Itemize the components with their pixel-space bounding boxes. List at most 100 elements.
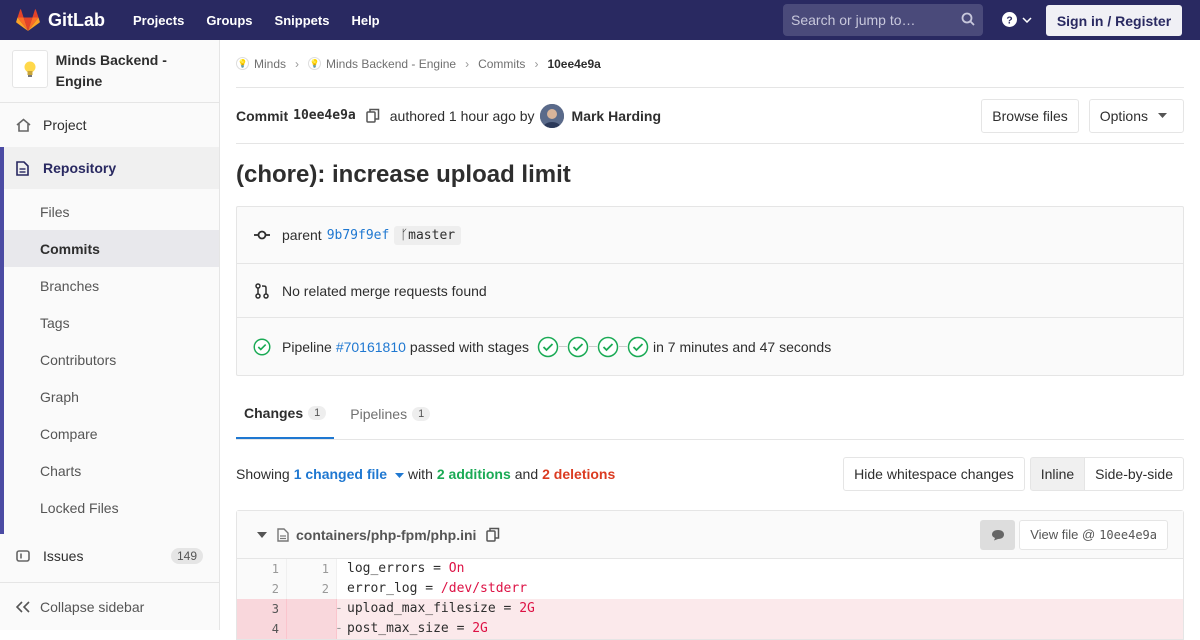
pipeline-label: Pipeline: [282, 338, 332, 355]
sidebar-subitem-charts[interactable]: Charts: [4, 452, 219, 489]
pipeline-duration: in 7 minutes and 47 seconds: [652, 338, 832, 355]
gitlab-logo[interactable]: GitLab: [16, 9, 105, 31]
nav-groups[interactable]: Groups: [206, 13, 252, 28]
author-name[interactable]: Mark Harding: [572, 108, 661, 124]
copy-icon[interactable]: [366, 108, 380, 123]
stage-success-icon[interactable]: [597, 336, 619, 358]
collapse-label: Collapse sidebar: [40, 598, 145, 615]
inline-view-button[interactable]: Inline: [1029, 457, 1086, 491]
sidebar-item-issues[interactable]: Issues 149: [0, 534, 219, 578]
sidebar-item-label: Project: [43, 117, 87, 133]
authored-text: authored 1 hour ago by: [389, 107, 535, 124]
sidebar-subitem-contributors[interactable]: Contributors: [4, 341, 219, 378]
sidebar-subitem-tags[interactable]: Tags: [4, 304, 219, 341]
diff-prefix: [335, 579, 347, 599]
stage-success-icon[interactable]: [627, 336, 649, 358]
file-path[interactable]: containers/php-fpm/php.ini: [296, 527, 476, 543]
sidebar-project-header[interactable]: Minds Backend - Engine: [0, 40, 219, 103]
commit-label: Commit: [236, 107, 289, 124]
view-file-button[interactable]: View file @ 10ee4e9a: [1019, 519, 1168, 550]
diff-line-context: 22 error_log = /dev/stderr: [237, 579, 1183, 599]
nav-projects[interactable]: Projects: [133, 13, 184, 28]
tab-label: Changes: [244, 405, 304, 421]
chevron-right-icon: ›: [534, 56, 539, 71]
stage-success-icon[interactable]: [567, 336, 589, 358]
stage-connector: [558, 346, 567, 347]
project-name: Minds Backend - Engine: [55, 52, 167, 89]
sidebar-subitem-files[interactable]: Files: [4, 193, 219, 230]
sign-in-button[interactable]: Sign in / Register: [1046, 5, 1182, 36]
code-key: upload_max_filesize =: [347, 601, 520, 616]
side-by-side-view-button[interactable]: Side-by-side: [1085, 457, 1184, 491]
code-line: error_log = /dev/stderr: [337, 579, 1183, 599]
diff-lines: 11 log_errors = On 2 2 error_log = /dev/st…: [237, 559, 1183, 639]
status-success-icon[interactable]: [253, 336, 271, 358]
search-input[interactable]: Search or jump to…: [783, 4, 983, 36]
sidebar-item-repository[interactable]: Repository: [4, 147, 219, 189]
nav-help[interactable]: Help: [351, 13, 379, 28]
commit-icon: [253, 230, 271, 240]
browse-files-button[interactable]: Browse files: [981, 98, 1079, 133]
code-key: log_errors =: [347, 561, 449, 576]
diff-prefix: -: [335, 601, 343, 616]
copy-icon[interactable]: [486, 527, 500, 542]
stage-success-icon[interactable]: [537, 336, 559, 358]
toggle-comments-button[interactable]: [980, 519, 1016, 550]
sidebar: Minds Backend - Engine Project Repositor…: [0, 40, 220, 630]
svg-text:?: ?: [1006, 15, 1012, 26]
top-nav-links: Projects Groups Snippets Help: [133, 13, 402, 28]
sidebar-subitem-graph[interactable]: Graph: [4, 378, 219, 415]
options-dropdown[interactable]: Options: [1088, 98, 1184, 133]
breadcrumb: 💡 Minds › 💡 Minds Backend - Engine › Com…: [236, 40, 1184, 88]
tab-count-badge: 1: [412, 407, 431, 421]
sidebar-subitem-locked-files[interactable]: Locked Files: [4, 489, 219, 526]
project-avatar: [12, 50, 48, 88]
brand-name: GitLab: [48, 9, 105, 30]
breadcrumb-minds[interactable]: Minds: [254, 57, 286, 71]
sidebar-subitem-compare[interactable]: Compare: [4, 415, 219, 452]
old-line-number[interactable]: 4: [237, 619, 287, 639]
new-line-number[interactable]: [287, 619, 337, 639]
stage-connector: [618, 346, 627, 347]
old-line-number[interactable]: 1: [237, 559, 287, 579]
old-line-number[interactable]: 3: [237, 599, 287, 619]
help-dropdown[interactable]: ?: [1002, 12, 1032, 27]
branch-icon: ᚴ: [400, 227, 409, 243]
caret-down-icon: [1158, 113, 1167, 118]
breadcrumb-current[interactable]: 10ee4e9a: [547, 57, 600, 71]
breadcrumb-commits[interactable]: Commits: [478, 57, 525, 71]
nav-snippets[interactable]: Snippets: [275, 13, 330, 28]
tab-changes[interactable]: Changes 1: [236, 389, 335, 439]
old-line-number[interactable]: 2: [237, 579, 287, 599]
sidebar-subitem-branches[interactable]: Branches: [4, 267, 219, 304]
and-text: and: [514, 466, 539, 482]
avatar[interactable]: [539, 103, 564, 128]
code-value: On: [448, 561, 465, 576]
diff-summary-bar: Showing 1 changed file with 2 additions …: [236, 440, 1184, 508]
chevron-down-icon: [1022, 16, 1032, 23]
new-line-number[interactable]: 1: [287, 559, 337, 579]
new-line-number[interactable]: 2: [287, 579, 337, 599]
view-file-sha: 10ee4e9a: [1099, 527, 1157, 542]
sidebar-item-label: Issues: [43, 548, 84, 564]
merge-requests-row: No related merge requests found: [237, 264, 1183, 318]
parent-row: parent 9b79f9ef ᚴmaster: [237, 207, 1183, 264]
parent-sha-link[interactable]: 9b79f9ef: [327, 228, 390, 243]
commit-tabs: Changes 1 Pipelines 1: [236, 376, 1184, 440]
issues-icon: [16, 549, 32, 563]
document-icon: [16, 160, 32, 176]
pipeline-link[interactable]: #70161810: [336, 339, 406, 355]
new-line-number[interactable]: [287, 599, 337, 619]
branch-label[interactable]: ᚴmaster: [394, 225, 462, 245]
changed-files-dropdown[interactable]: 1 changed file: [294, 466, 404, 482]
sidebar-subitem-commits[interactable]: Commits: [4, 230, 219, 267]
breadcrumb-project[interactable]: Minds Backend - Engine: [326, 57, 456, 71]
diff-file: containers/php-fpm/php.ini View file @ 1…: [236, 510, 1184, 640]
tab-pipelines[interactable]: Pipelines 1: [342, 389, 438, 439]
collapse-toggle-icon[interactable]: [257, 531, 267, 538]
hide-whitespace-button[interactable]: Hide whitespace changes: [843, 457, 1025, 491]
pipeline-row: Pipeline #70161810 passed with stages in…: [237, 318, 1183, 375]
diff-line-deleted: 4 - post_max_size = 2G: [237, 619, 1183, 639]
sidebar-item-project[interactable]: Project: [0, 103, 219, 147]
collapse-sidebar-button[interactable]: Collapse sidebar: [0, 582, 219, 630]
